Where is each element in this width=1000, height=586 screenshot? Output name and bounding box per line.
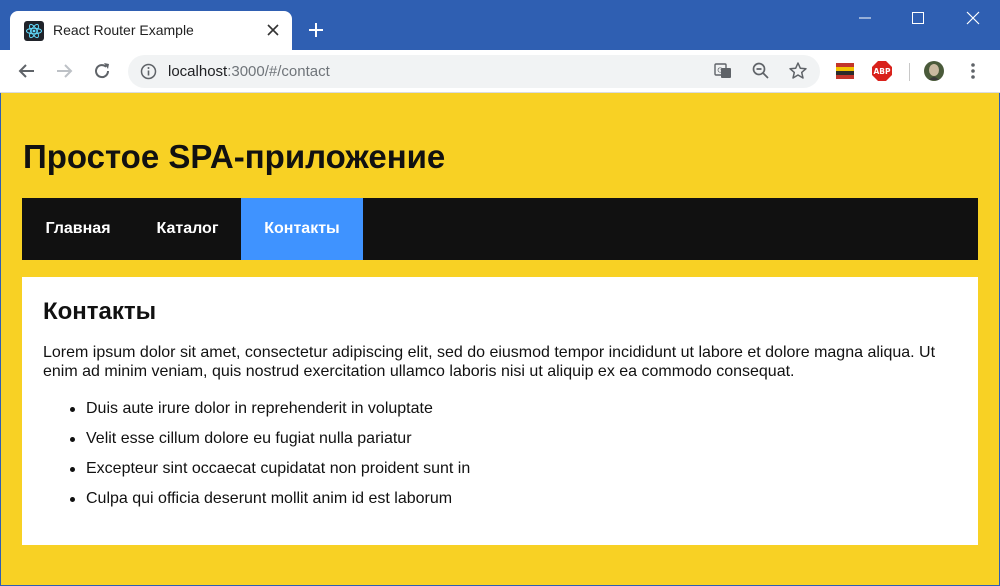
maximize-button[interactable]: [893, 0, 943, 36]
list-item: Velit esse cillum dolore eu fugiat nulla…: [43, 424, 470, 454]
star-icon[interactable]: [788, 61, 808, 81]
intro-paragraph: Lorem ipsum dolor sit amet, consectetur …: [43, 344, 936, 380]
close-icon[interactable]: [264, 21, 282, 39]
bullet-list: Duis aute irure dolor in reprehenderit i…: [43, 394, 470, 514]
page-heading: Контакты: [43, 298, 157, 325]
minimize-icon: [859, 17, 871, 19]
svg-text:G: G: [717, 67, 722, 75]
page-viewport: Простое SPA-приложение Главная Каталог К…: [1, 93, 999, 585]
browser-titlebar: React Router Example: [0, 0, 1000, 50]
translate-icon[interactable]: G: [713, 61, 733, 81]
back-arrow-icon[interactable]: [16, 60, 38, 82]
more-vert-icon[interactable]: [962, 60, 984, 82]
tab-title: React Router Example: [53, 22, 194, 38]
react-favicon-icon: [24, 21, 44, 41]
nav-item-catalog[interactable]: Каталог: [134, 198, 241, 260]
nav-item-contacts[interactable]: Контакты: [241, 198, 363, 260]
zoom-out-icon[interactable]: [751, 61, 771, 81]
plus-icon[interactable]: [304, 18, 328, 42]
reload-icon[interactable]: [91, 60, 113, 82]
url-path: :3000/#/contact: [227, 63, 330, 80]
url-text[interactable]: localhost:3000/#/contact: [168, 63, 330, 80]
adblock-label: ABP: [873, 67, 891, 76]
toolbar-divider: [909, 63, 910, 81]
forward-arrow-icon[interactable]: [53, 60, 75, 82]
address-bar[interactable]: localhost:3000/#/contact G: [128, 55, 820, 88]
browser-toolbar: localhost:3000/#/contact G ABP: [0, 50, 1000, 93]
window-close-icon: [966, 11, 980, 25]
browser-tab[interactable]: React Router Example: [10, 11, 292, 50]
profile-avatar-icon[interactable]: [923, 60, 945, 82]
flag-extension-icon[interactable]: [834, 60, 856, 82]
list-item: Excepteur sint occaecat cupidatat non pr…: [43, 454, 470, 484]
minimize-button[interactable]: [840, 0, 890, 36]
nav-item-home[interactable]: Главная: [22, 198, 134, 260]
content-panel: Контакты Lorem ipsum dolor sit amet, con…: [22, 277, 978, 545]
list-item: Duis aute irure dolor in reprehenderit i…: [43, 394, 470, 424]
site-title: Простое SPA-приложение: [23, 138, 446, 175]
url-host: localhost: [168, 63, 228, 80]
window-close-button[interactable]: [948, 0, 998, 36]
adblock-extension-icon[interactable]: ABP: [871, 60, 893, 82]
main-nav: Главная Каталог Контакты: [22, 198, 978, 260]
info-icon[interactable]: [140, 63, 157, 80]
list-item: Culpa qui officia deserunt mollit anim i…: [43, 484, 470, 514]
maximize-icon: [912, 12, 924, 24]
